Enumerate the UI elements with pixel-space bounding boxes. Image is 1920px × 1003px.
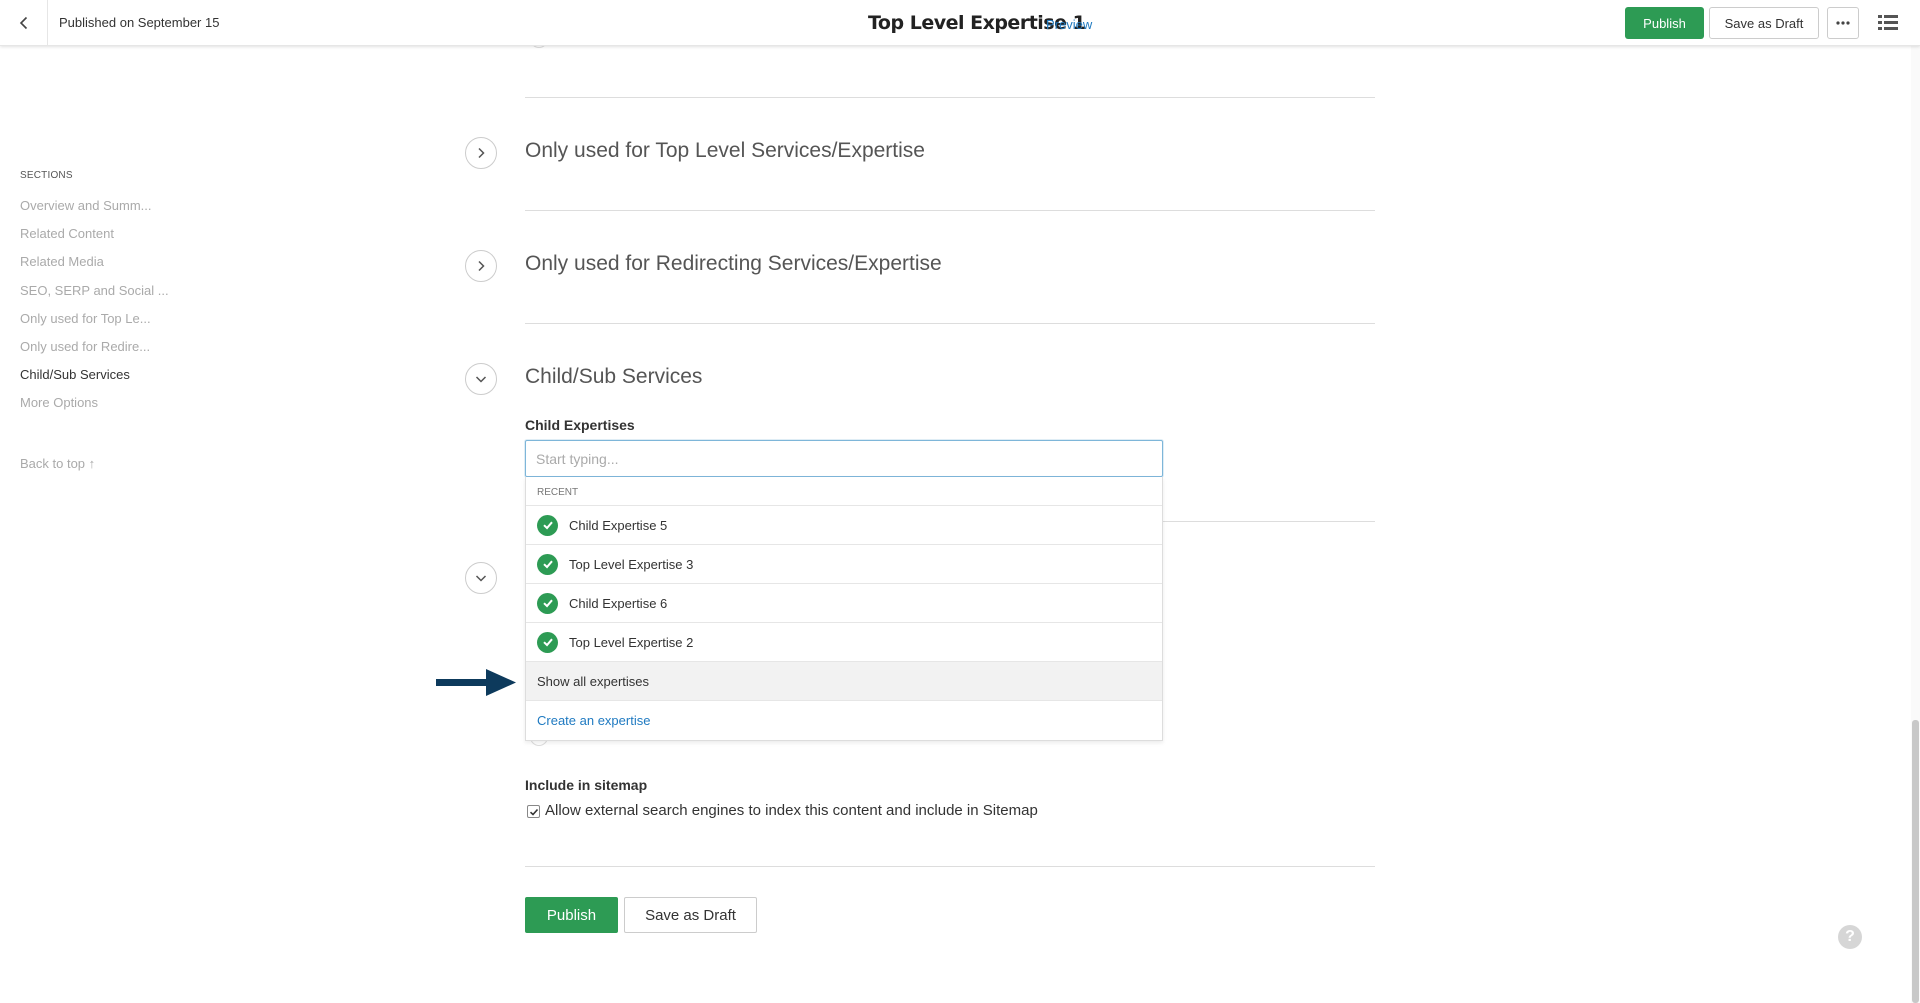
check-circle-icon <box>537 514 558 536</box>
recent-heading: RECENT <box>526 477 1162 506</box>
check-circle-icon <box>537 592 558 614</box>
option-label: Top Level Expertise 3 <box>569 556 694 572</box>
dropdown-option[interactable]: Child Expertise 5 <box>526 506 1162 545</box>
dropdown-option[interactable]: Child Expertise 6 <box>526 584 1162 623</box>
preview-link[interactable]: Preview <box>1046 17 1092 32</box>
chevron-down-icon <box>475 575 487 582</box>
save-draft-button-bottom[interactable]: Save as Draft <box>624 897 757 933</box>
create-expertise-link[interactable]: Create an expertise <box>526 701 1162 739</box>
section-toggle-redirecting[interactable] <box>465 250 497 282</box>
sidebar-item-child-services[interactable]: Child/Sub Services <box>20 367 130 382</box>
section-toggle-more-options[interactable] <box>465 562 497 594</box>
check-circle-icon <box>537 631 558 653</box>
sitemap-checkbox[interactable] <box>527 805 540 818</box>
sidebar-item-redirecting[interactable]: Only used for Redire... <box>20 339 150 354</box>
scrollbar-thumb[interactable] <box>1912 720 1919 1003</box>
divider <box>525 97 1375 98</box>
check-circle-icon <box>537 553 558 575</box>
divider <box>525 210 1375 211</box>
sidebar-item-related-content[interactable]: Related Content <box>20 226 114 241</box>
child-expertises-label: Child Expertises <box>525 417 635 433</box>
expertise-dropdown: RECENT Child Expertise 5 Top Level Exper… <box>525 477 1163 741</box>
child-expertises-input[interactable] <box>525 440 1163 477</box>
publish-status: Published on September 15 <box>59 15 220 30</box>
sidebar-item-related-media[interactable]: Related Media <box>20 254 104 269</box>
sections-heading: SECTIONS <box>20 170 73 181</box>
sidebar-item-seo[interactable]: SEO, SERP and Social ... <box>20 283 169 298</box>
dropdown-option[interactable]: Top Level Expertise 3 <box>526 545 1162 584</box>
arrow-right-icon <box>436 669 516 696</box>
ellipsis-icon <box>1836 21 1850 25</box>
top-bar: Published on September 15 Top Level Expe… <box>0 0 1920 46</box>
option-label: Child Expertise 5 <box>569 517 668 533</box>
help-icon[interactable]: ? <box>1838 925 1862 949</box>
back-to-top-link[interactable]: Back to top ↑ <box>20 456 95 471</box>
more-options-button[interactable] <box>1827 7 1859 39</box>
publish-button-bottom[interactable]: Publish <box>525 897 618 933</box>
section-title-redirecting[interactable]: Only used for Redirecting Services/Exper… <box>525 252 942 276</box>
chevron-left-icon <box>19 16 27 30</box>
section-title-child-services[interactable]: Child/Sub Services <box>525 365 702 389</box>
back-button[interactable] <box>0 0 48 46</box>
list-view-icon[interactable] <box>1877 12 1899 34</box>
chevron-down-icon <box>475 376 487 383</box>
divider <box>525 866 1375 867</box>
save-draft-button[interactable]: Save as Draft <box>1709 7 1819 39</box>
dropdown-option[interactable]: Top Level Expertise 2 <box>526 623 1162 662</box>
show-all-expertises-option[interactable]: Show all expertises <box>526 662 1162 701</box>
chevron-right-icon <box>478 147 485 159</box>
section-toggle-child-services[interactable] <box>465 363 497 395</box>
checkmark-icon <box>529 808 538 816</box>
option-label: Child Expertise 6 <box>569 595 668 611</box>
section-toggle-top-level[interactable] <box>465 137 497 169</box>
sidebar-item-more-options[interactable]: More Options <box>20 395 98 410</box>
divider <box>525 323 1375 324</box>
publish-button[interactable]: Publish <box>1625 7 1704 39</box>
sitemap-label: Include in sitemap <box>525 777 648 793</box>
sidebar-item-top-level[interactable]: Only used for Top Le... <box>20 311 151 326</box>
chevron-right-icon <box>478 260 485 272</box>
sidebar-item-overview[interactable]: Overview and Summ... <box>20 198 152 213</box>
sitemap-checkbox-label[interactable]: Allow external search engines to index t… <box>545 802 1038 819</box>
option-label: Top Level Expertise 2 <box>569 634 694 650</box>
section-title-top-level[interactable]: Only used for Top Level Services/Experti… <box>525 139 925 163</box>
